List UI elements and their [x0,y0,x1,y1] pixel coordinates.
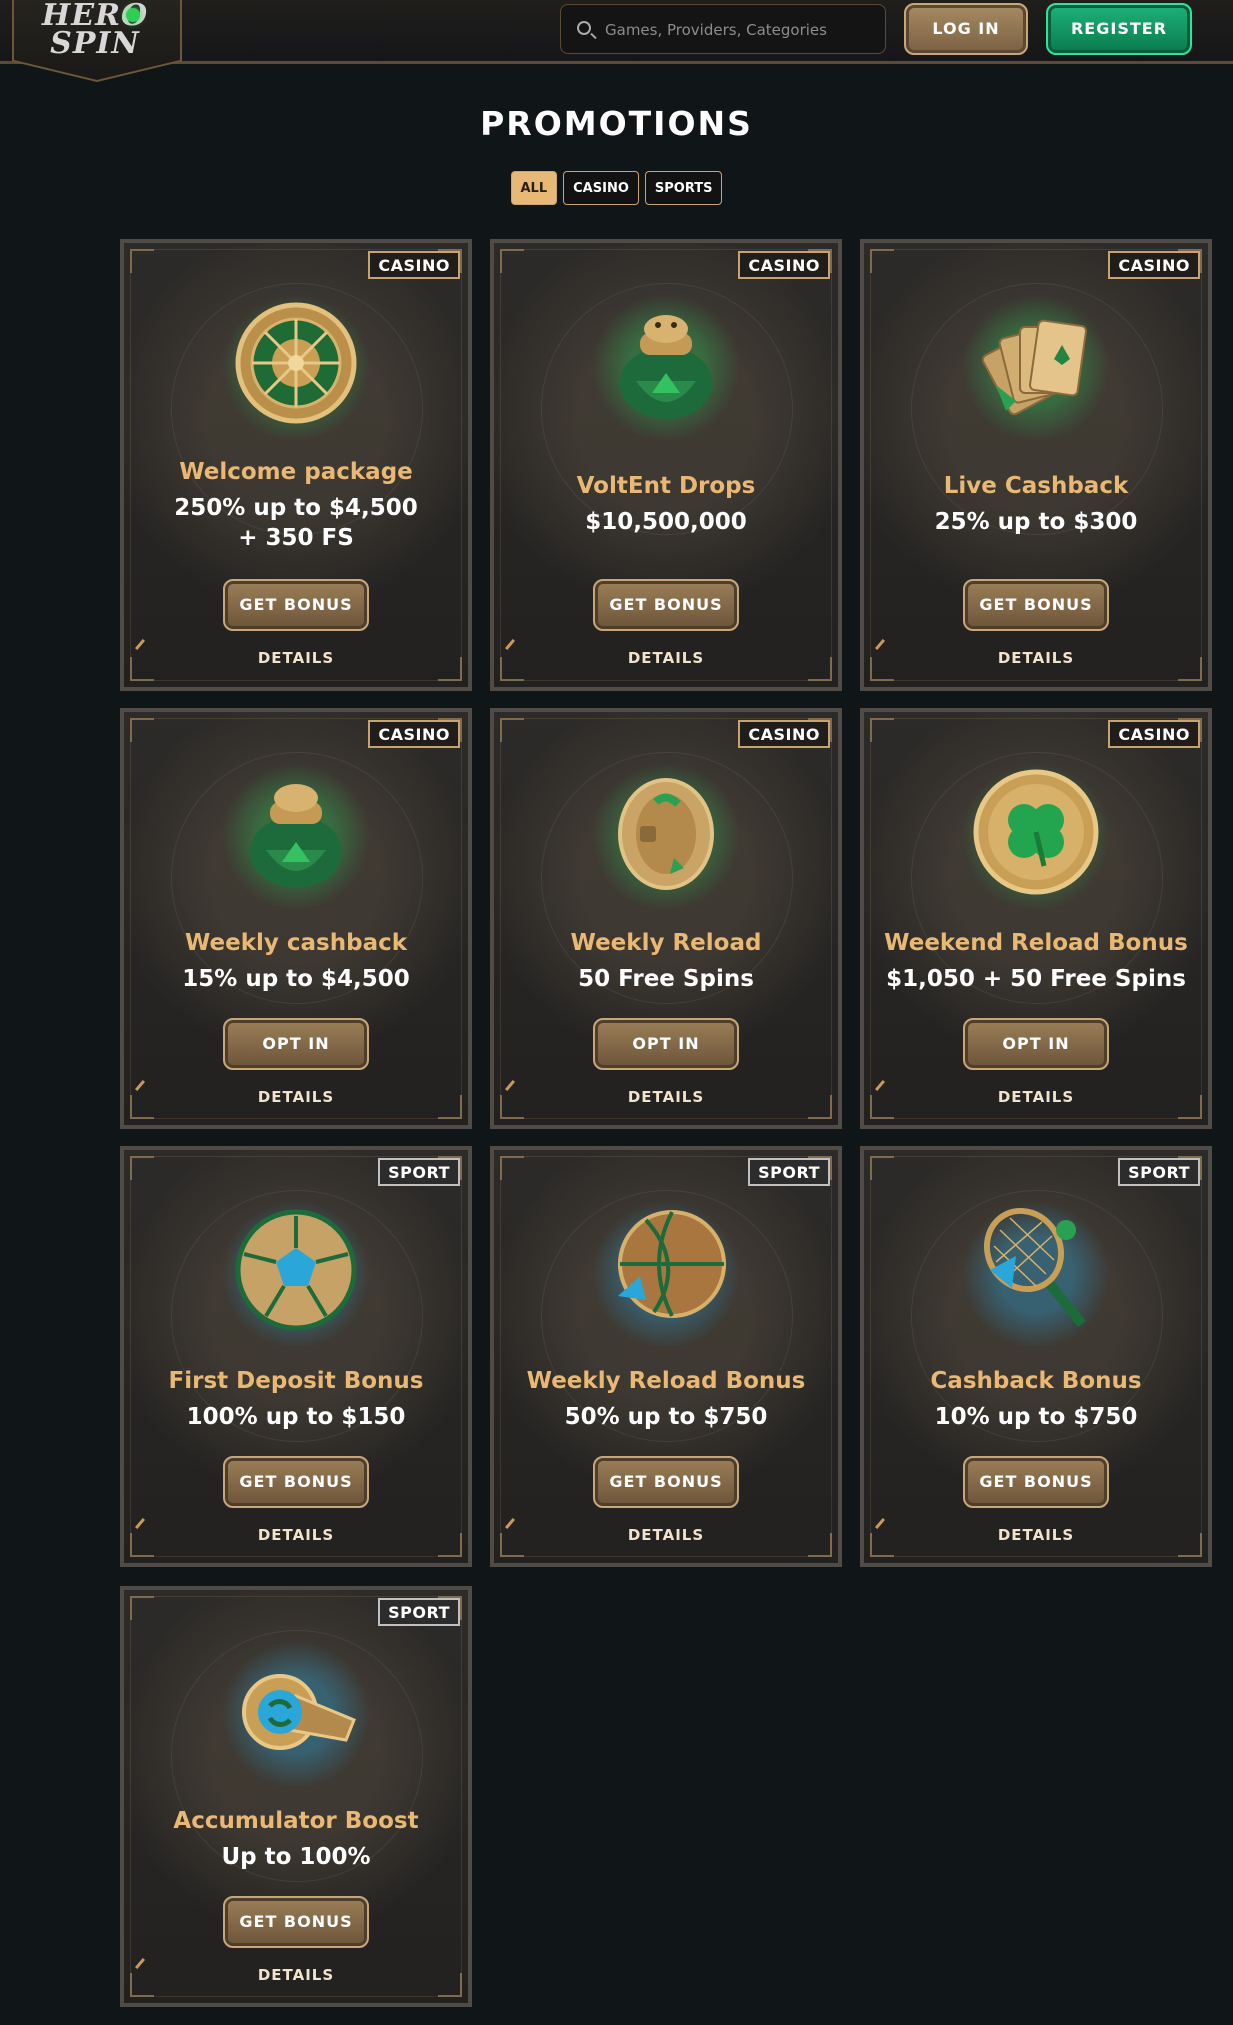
search-icon [577,21,591,35]
promo-card: SPORT Weekly Reload Bonus 50% up to $750… [490,1146,842,1567]
promo-title: VoltEnt Drops [576,473,756,499]
get-bonus-button[interactable]: GET BONUS [593,579,739,631]
promo-card: CASINO VoltEnt Drops $10,500,000 GET BON… [490,239,842,691]
promo-subtitle: 100% up to $150 [186,1404,406,1430]
page-title: PROMOTIONS [480,104,753,143]
category-badge: SPORT [1118,1158,1200,1186]
promo-card: CASINO Live Cashback 25% up to $300 GET … [860,239,1212,691]
money-bag-icon [596,293,736,433]
get-bonus-button[interactable]: GET BONUS [963,579,1109,631]
money-bag-icon [226,762,366,902]
search-input[interactable]: Games, Providers, Categories [560,4,886,54]
promo-title: Cashback Bonus [930,1368,1142,1394]
soccer-ball-icon [226,1200,366,1340]
promo-card: CASINO Weekly cashback 15% up to $4,500 … [120,708,472,1129]
whistle-icon [226,1640,366,1780]
category-badge: SPORT [378,1598,460,1626]
get-bonus-button[interactable]: GET BONUS [223,579,369,631]
promo-subtitle: 25% up to $300 [934,509,1138,535]
promo-subtitle: 10% up to $750 [934,1404,1138,1430]
promo-title: Weekly Reload [570,930,762,956]
top-header: HERO SPIN Games, Providers, Categories L… [0,0,1233,82]
roulette-wheel-icon [226,293,366,433]
details-link[interactable]: DETAILS [494,1088,838,1106]
get-bonus-button[interactable]: GET BONUS [223,1456,369,1508]
promo-subtitle: 50% up to $750 [564,1404,768,1430]
details-link[interactable]: DETAILS [124,649,468,667]
register-button[interactable]: REGISTER [1046,3,1192,55]
filter-tab-sports[interactable]: SPORTS [644,171,723,205]
promo-title: First Deposit Bonus [168,1368,424,1394]
promo-card: CASINO Welcome package 250% up to $4,500… [120,239,472,691]
promo-card: CASINO Weekly Reload 50 Free Spins OPT I… [490,708,842,1129]
category-badge: CASINO [1108,251,1200,279]
logo-line-2: SPIN [50,26,140,61]
promo-title: Weekly Reload Bonus [526,1368,806,1394]
category-badge: CASINO [368,251,460,279]
get-bonus-button[interactable]: GET BONUS [593,1456,739,1508]
filter-tab-all[interactable]: ALL [510,171,558,205]
details-link[interactable]: DETAILS [124,1966,468,1984]
category-badge: SPORT [378,1158,460,1186]
promo-title: Live Cashback [943,473,1129,499]
category-badge: CASINO [1108,720,1200,748]
details-link[interactable]: DETAILS [124,1088,468,1106]
promo-title: Welcome package [179,459,413,485]
promo-card: CASINO Weekend Reload Bonus $1,050 + 50 … [860,708,1212,1129]
tennis-racket-icon [966,1200,1106,1340]
category-badge: CASINO [738,720,830,748]
login-button[interactable]: LOG IN [904,3,1028,55]
promo-title: Accumulator Boost [173,1808,419,1834]
promo-card: SPORT Accumulator Boost Up to 100% GET B… [120,1586,472,2007]
promo-subtitle: Up to 100% [221,1844,371,1870]
opt-in-button[interactable]: OPT IN [223,1018,369,1070]
filter-tab-casino[interactable]: CASINO [563,171,639,205]
search-placeholder: Games, Providers, Categories [605,21,827,39]
category-badge: SPORT [748,1158,830,1186]
slot-reel-icon [596,762,736,902]
category-badge: CASINO [738,251,830,279]
details-link[interactable]: DETAILS [494,649,838,667]
basketball-icon [596,1200,736,1340]
get-bonus-button[interactable]: GET BONUS [963,1456,1109,1508]
details-link[interactable]: DETAILS [494,1526,838,1544]
clover-coin-icon [966,762,1106,902]
details-link[interactable]: DETAILS [864,649,1208,667]
promo-subtitle: $1,050 + 50 Free Spins [886,966,1186,992]
promo-title: Weekend Reload Bonus [884,930,1188,956]
promo-card: SPORT Cashback Bonus 10% up to $750 GET … [860,1146,1212,1567]
details-link[interactable]: DETAILS [864,1088,1208,1106]
opt-in-button[interactable]: OPT IN [593,1018,739,1070]
details-link[interactable]: DETAILS [124,1526,468,1544]
category-badge: CASINO [368,720,460,748]
get-bonus-button[interactable]: GET BONUS [223,1896,369,1948]
promo-subtitle: 15% up to $4,500 [182,966,410,992]
promo-subtitle: 250% up to $4,500 + 350 FS [174,495,418,551]
playing-cards-icon [966,293,1106,433]
logo-gem-icon [126,8,140,22]
promo-card: SPORT First Deposit Bonus 100% up to $15… [120,1146,472,1567]
details-link[interactable]: DETAILS [864,1526,1208,1544]
promo-filter-tabs: ALL CASINO SPORTS [0,171,1233,205]
opt-in-button[interactable]: OPT IN [963,1018,1109,1070]
promo-subtitle: 50 Free Spins [578,966,754,992]
promo-subtitle: $10,500,000 [585,509,747,535]
promo-title: Weekly cashback [184,930,408,956]
